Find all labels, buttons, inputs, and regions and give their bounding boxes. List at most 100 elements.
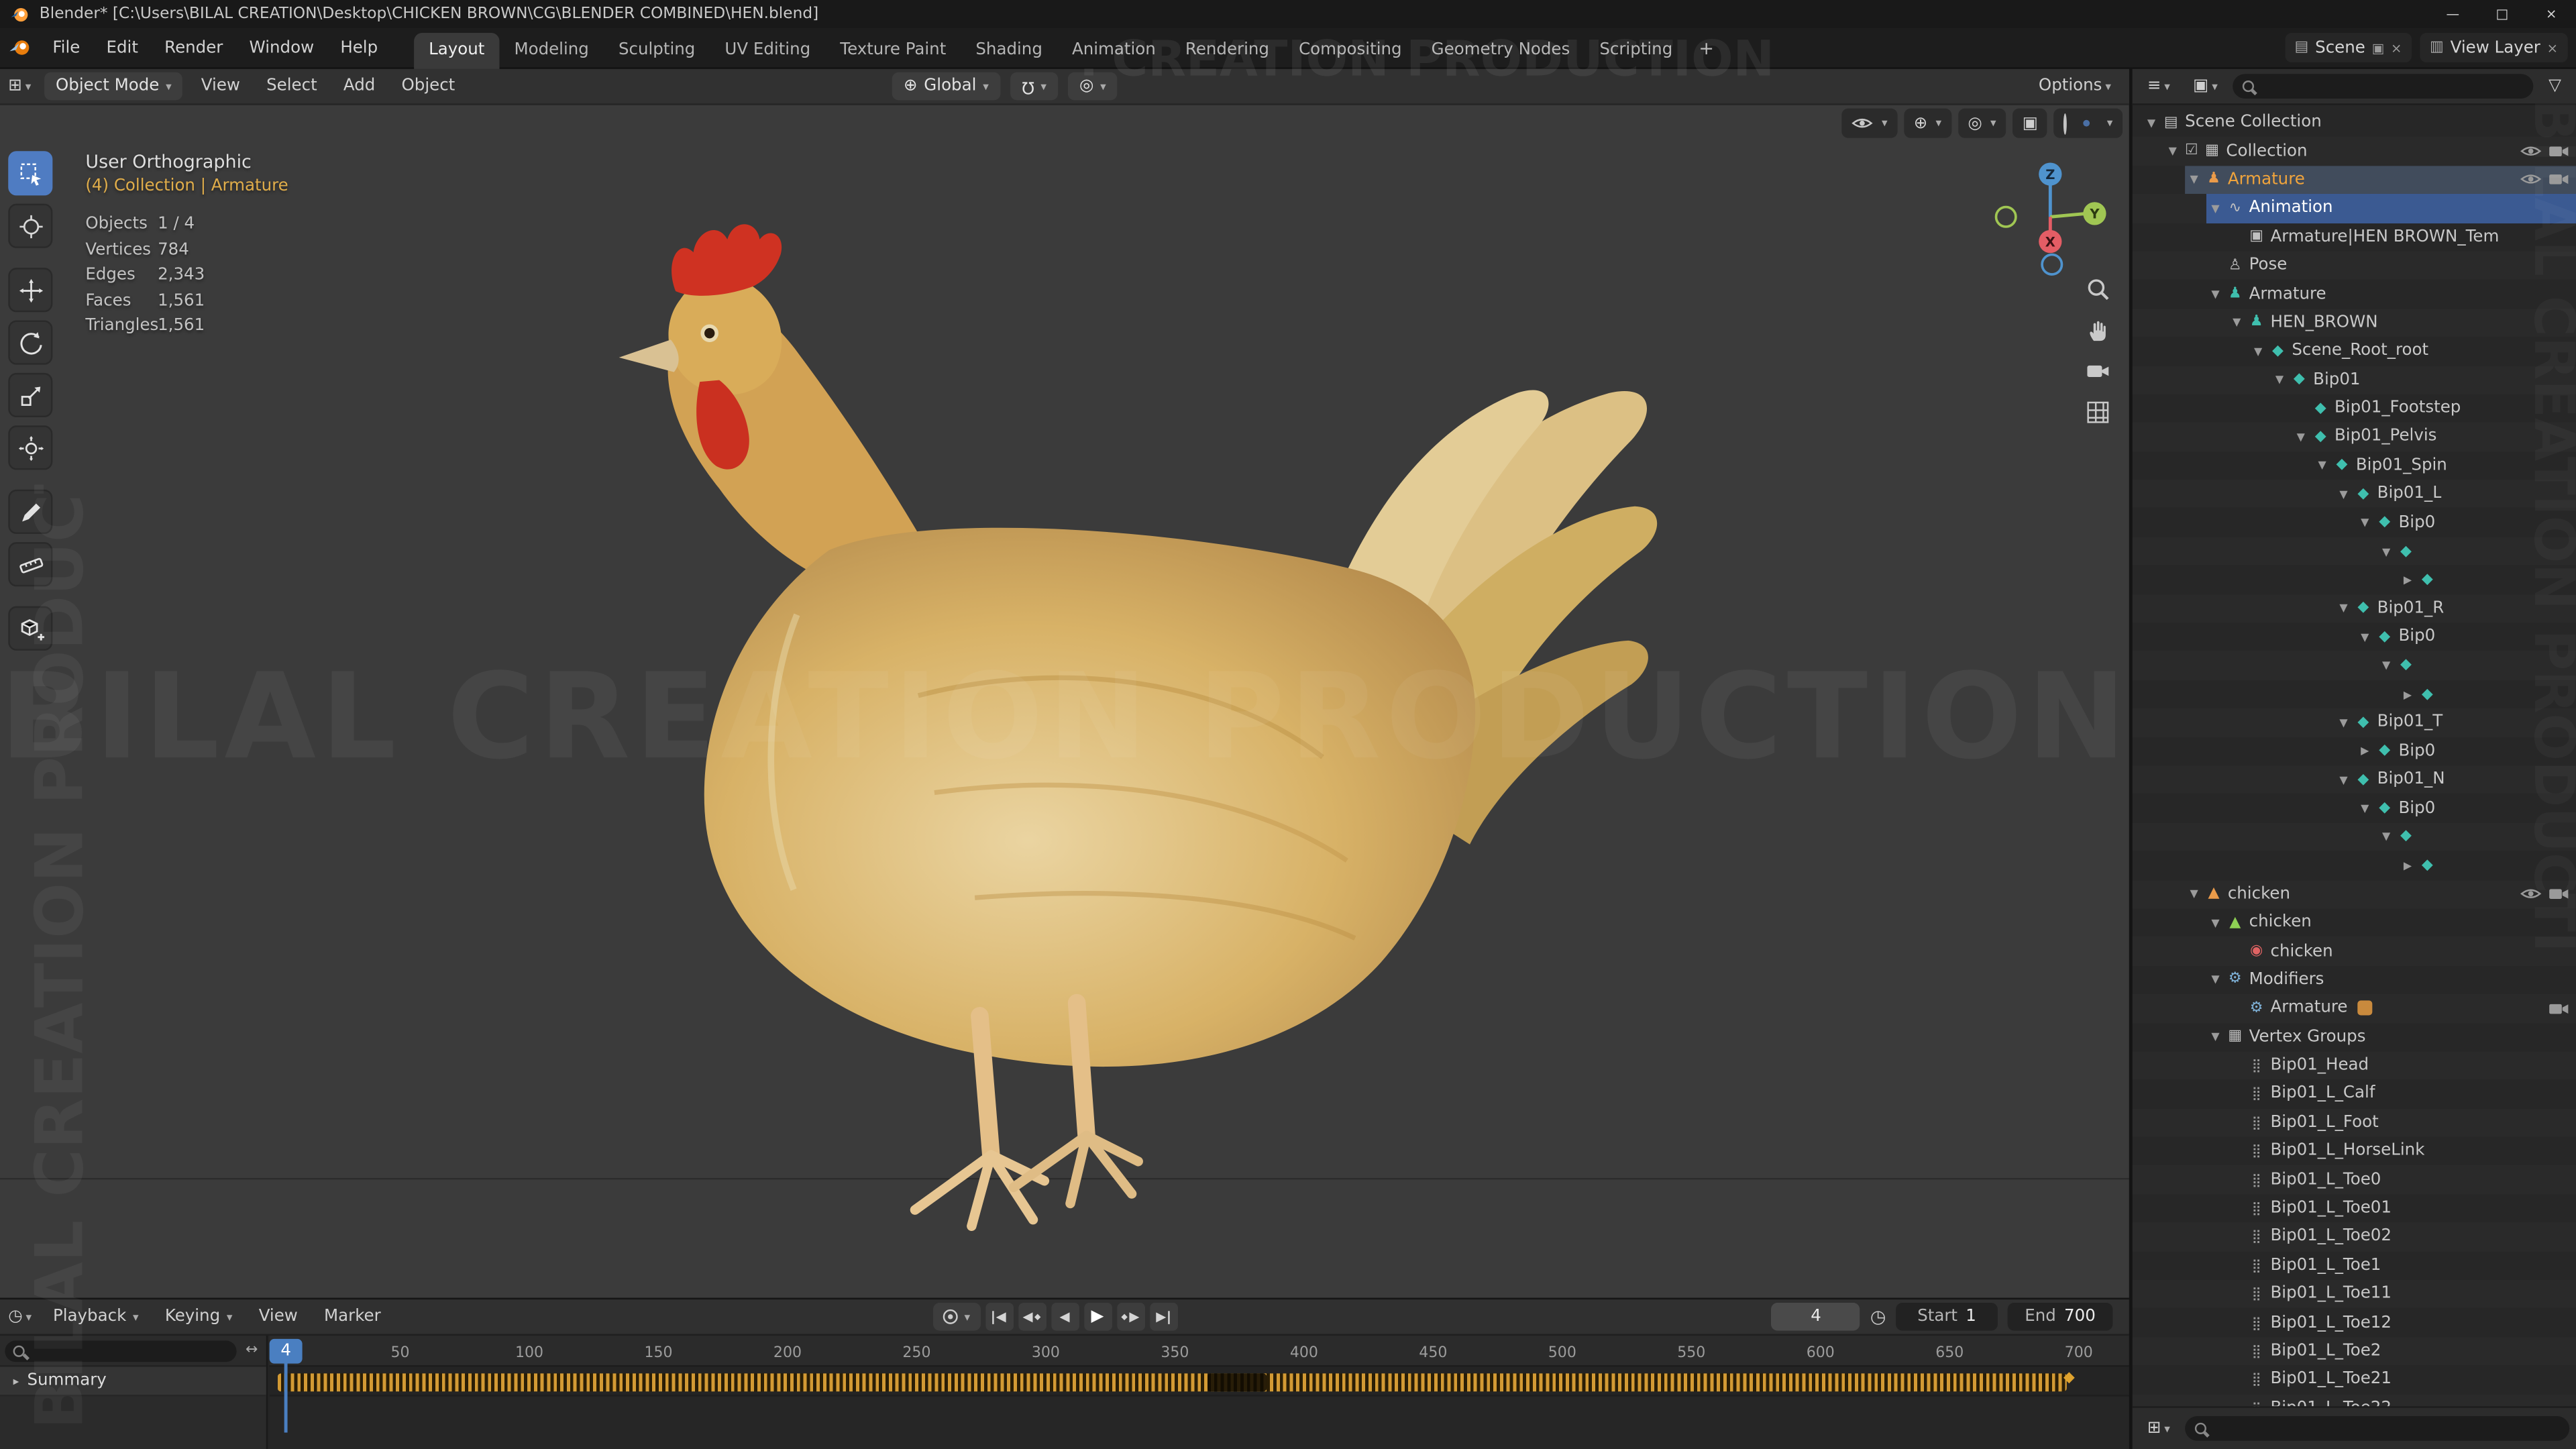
timeline-menu-item[interactable]: Marker▾ — [311, 1301, 394, 1333]
xray-toggle[interactable]: ▣ — [2012, 108, 2048, 138]
disclosure-arrow-icon[interactable]: ▼ — [2228, 316, 2246, 329]
disclosure-arrow-icon[interactable]: ▼ — [2206, 288, 2224, 301]
keyframe-strip[interactable] — [277, 1373, 2067, 1391]
playhead-line[interactable] — [284, 1362, 288, 1433]
outliner-display-mode-button[interactable]: ▣ ▾ — [2185, 77, 2226, 95]
workspace-tab[interactable]: Scripting — [1585, 32, 1687, 68]
timeline-editor[interactable]: ◷ ▾ Playback ▾ Keying ▾ View Marker ▾ ◀ … — [0, 1297, 2129, 1449]
workspace-tab[interactable]: Animation — [1057, 32, 1171, 68]
disclosure-arrow-icon[interactable]: ▶ — [2399, 574, 2417, 587]
hide-in-viewport-eye-icon[interactable] — [2520, 886, 2542, 902]
workspace-tab[interactable]: Shading — [961, 32, 1057, 68]
play-reverse-button[interactable]: ◀ — [1051, 1303, 1079, 1331]
outliner-row[interactable]: ☑ ⣿ Bip01_L_Toe11 — [2133, 1280, 2576, 1309]
outliner-row[interactable]: ☑ ⣿ Bip01_L_Toe0 — [2133, 1165, 2576, 1194]
outliner-search-input[interactable] — [2232, 74, 2534, 99]
object-visibility-dropdown[interactable]: ▾ — [1842, 108, 1898, 138]
menu-item[interactable]: Help — [327, 32, 391, 64]
workspace-tab[interactable]: Modeling — [499, 32, 604, 68]
disclosure-arrow-icon[interactable]: ▶ — [2399, 859, 2417, 872]
unlink-scene-icon[interactable]: × — [2391, 40, 2402, 55]
outliner-row[interactable]: ▼ ☑ ♟ Armature — [2133, 165, 2576, 195]
row-label[interactable]: chicken — [2228, 885, 2290, 903]
disclosure-arrow-icon[interactable]: ▼ — [2185, 888, 2203, 901]
close-button[interactable]: × — [2527, 0, 2576, 28]
disclosure-arrow-icon[interactable]: ▼ — [2206, 973, 2224, 987]
row-label[interactable]: chicken — [2249, 914, 2312, 932]
menu-item[interactable]: Window — [236, 32, 327, 64]
disclosure-arrow-icon[interactable]: ▶ — [2399, 688, 2417, 701]
use-preview-range-icon[interactable]: ◷ — [1870, 1306, 1886, 1328]
outliner-row[interactable]: ☑ ♙ Pose — [2133, 252, 2576, 280]
row-label[interactable]: Bip01_L_Toe21 — [2270, 1371, 2391, 1389]
row-label[interactable]: Bip01_L_Calf — [2270, 1085, 2375, 1103]
row-label[interactable]: Bip01_L_Toe22 — [2270, 1399, 2391, 1406]
disclosure-arrow-icon[interactable]: ▼ — [2292, 431, 2310, 444]
outliner-row[interactable]: ▼ ☑ ◆ Bip01_N — [2133, 765, 2576, 794]
row-label[interactable]: Bip01_L_Toe12 — [2270, 1313, 2391, 1332]
camera-view-icon[interactable] — [2085, 358, 2111, 384]
timeline-menu-item[interactable]: View▾ — [246, 1301, 311, 1333]
viewport-menu-item[interactable]: Add — [330, 70, 388, 102]
row-label[interactable]: chicken — [2270, 943, 2332, 961]
outliner-row[interactable]: ▼ ☑ ◆ — [2133, 651, 2576, 680]
last-keyframe-icon[interactable]: ◆ — [2063, 1370, 2075, 1386]
toggle-grid-icon[interactable] — [2085, 399, 2111, 425]
row-label[interactable]: Bip01_L_Toe11 — [2270, 1285, 2391, 1303]
summary-track[interactable]: ◆ — [269, 1366, 2129, 1397]
remove-view-layer-icon[interactable]: × — [2547, 40, 2558, 55]
outliner-editor-type-button[interactable]: ≡ ▾ — [2139, 77, 2179, 95]
row-label[interactable]: Bip01_L_Toe01 — [2270, 1199, 2391, 1218]
snap-toggle[interactable]: Ω ▾ — [1010, 72, 1059, 101]
row-label[interactable]: Bip01_L_Toe0 — [2270, 1171, 2381, 1189]
timeline-editor-type-button[interactable]: ◷ ▾ — [0, 1307, 40, 1326]
outliner-row[interactable]: ☑ ⣿ Bip01_L_Toe2 — [2133, 1337, 2576, 1366]
outliner-row[interactable]: ▼ ☑ ♟ Armature — [2133, 280, 2576, 309]
blender-logo-icon[interactable] — [8, 36, 31, 59]
outliner-row[interactable]: ☑ ⣿ Bip01_Head — [2133, 1051, 2576, 1080]
auto-keying-button[interactable]: ▾ — [933, 1303, 980, 1331]
outliner-row[interactable]: ☑ ▣ Armature|HEN BROWN_Tem — [2133, 223, 2576, 252]
disable-in-render-camera-icon[interactable] — [2548, 886, 2569, 902]
frame-start-field[interactable]: Start 1 — [1896, 1303, 1998, 1331]
gizmos-dropdown[interactable]: ⊕ ▾ — [1904, 108, 1951, 138]
outliner-row[interactable]: ☑ ⣿ Bip01_L_Calf — [2133, 1080, 2576, 1109]
disclosure-arrow-icon[interactable]: ▼ — [2334, 488, 2353, 501]
scene-selector[interactable]: ▤ Scene ▣ × — [2284, 32, 2412, 63]
row-label[interactable]: Modifiers — [2249, 971, 2324, 989]
row-label[interactable]: Armature|HEN BROWN_Tem — [2270, 228, 2499, 246]
row-label[interactable]: Armature — [2228, 171, 2305, 189]
outliner-row[interactable]: ▼ ☑ ◆ Bip01_Pelvis — [2133, 423, 2576, 451]
row-label[interactable]: Bip01_Pelvis — [2334, 428, 2436, 446]
row-label[interactable]: Bip01_Footstep — [2334, 399, 2461, 417]
view-layer-selector[interactable]: ▥ View Layer × — [2420, 32, 2568, 63]
footer-editor-type-button[interactable]: ⊞ ▾ — [2139, 1419, 2179, 1438]
frame-end-field[interactable]: End 700 — [2007, 1303, 2113, 1331]
outliner-row[interactable]: ▼ ☑ ▤ Scene Collection — [2133, 109, 2576, 138]
outliner-row[interactable]: ☑ ◉ chicken — [2133, 937, 2576, 966]
maximize-button[interactable]: □ — [2477, 0, 2526, 28]
new-scene-icon[interactable]: ▣ — [2372, 40, 2385, 55]
outliner-row[interactable]: ▼ ☑ ◆ Bip01_T — [2133, 708, 2576, 737]
timeline-menu-item[interactable]: Playback ▾ — [40, 1301, 152, 1333]
menu-item[interactable]: File — [40, 32, 93, 64]
disclosure-arrow-icon[interactable]: ▼ — [2206, 916, 2224, 930]
row-label[interactable]: Bip01_L_Toe02 — [2270, 1228, 2391, 1246]
menu-item[interactable]: Render — [152, 32, 236, 64]
play-button[interactable]: ▶ — [1083, 1303, 1112, 1331]
prev-keyframe-button[interactable]: ◀ ◆ — [1018, 1303, 1046, 1331]
shading-material-button[interactable] — [2084, 119, 2091, 127]
playhead-frame-badge[interactable]: 4 — [269, 1338, 303, 1363]
current-frame-field[interactable]: 4 — [1771, 1303, 1861, 1331]
tool-annotate[interactable] — [8, 489, 53, 534]
outliner-row[interactable]: ☑ ⣿ Bip01_L_Toe22 — [2133, 1394, 2576, 1406]
add-workspace-button[interactable]: + — [1687, 30, 1725, 64]
outliner-row[interactable]: ▼ ☑ ▲ chicken — [2133, 880, 2576, 909]
outliner-row[interactable]: ☑ ⚙ Armature — [2133, 994, 2576, 1023]
row-label[interactable]: Pose — [2249, 256, 2288, 274]
hide-in-viewport-eye-icon[interactable] — [2520, 172, 2542, 188]
workspace-tab[interactable]: Compositing — [1284, 32, 1417, 68]
row-label[interactable]: Bip0 — [2399, 742, 2436, 760]
tool-cursor[interactable] — [8, 203, 53, 248]
next-keyframe-button[interactable]: ◆ ▶ — [1116, 1303, 1144, 1331]
